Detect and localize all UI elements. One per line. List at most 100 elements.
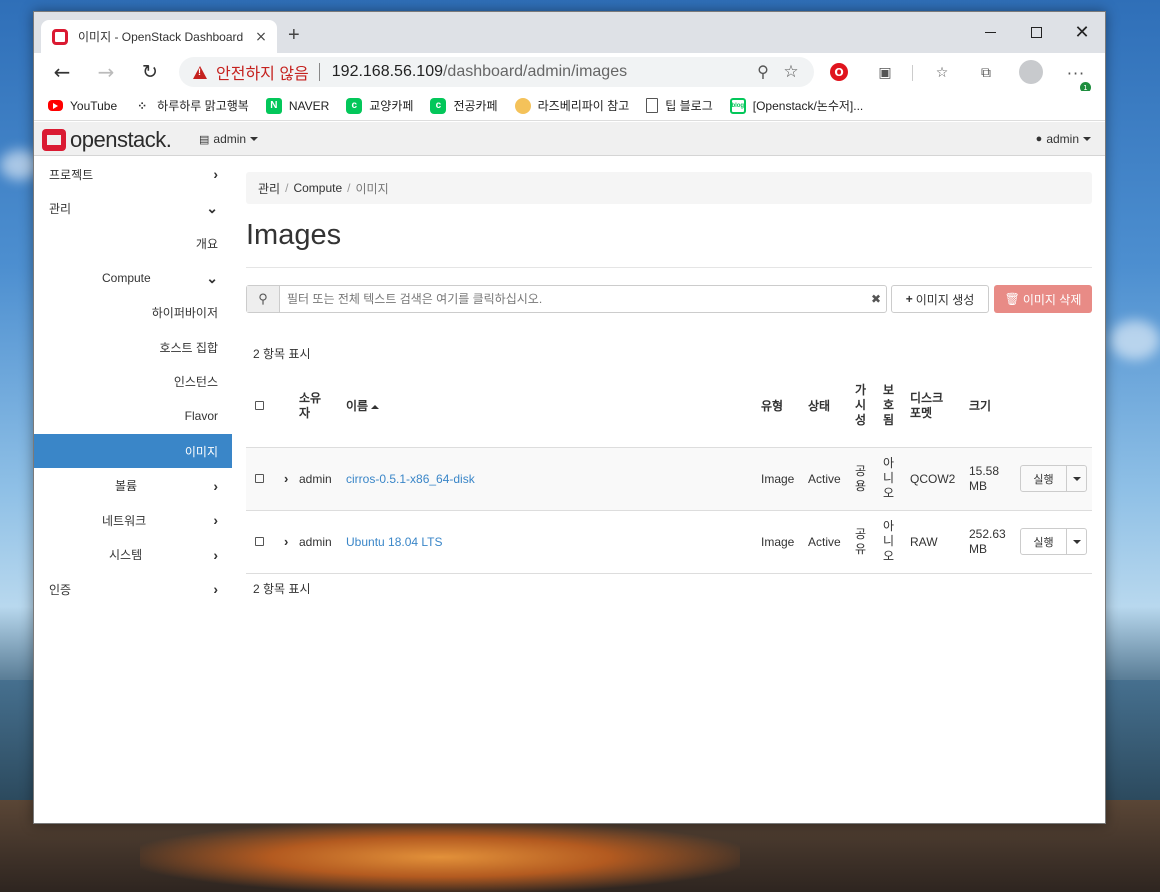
reload-button[interactable]: ↻ <box>136 59 164 85</box>
minimize-button[interactable] <box>967 18 1013 46</box>
launch-button[interactable]: 실행 <box>1021 529 1067 554</box>
row-type: Image <box>757 510 804 574</box>
header-owner[interactable]: 소유 자 <box>295 365 342 448</box>
expand-row-icon[interactable]: › <box>284 471 288 486</box>
row-disk-format: QCOW2 <box>906 447 965 511</box>
sidebar-item-hypervisors[interactable]: 하이퍼바이저 <box>34 295 232 330</box>
sidebar-item-overview[interactable]: 개요 <box>34 226 232 261</box>
bookmark-haru[interactable]: ⁘ 하루하루 맑고행복 <box>134 97 249 114</box>
header-disk-format[interactable]: 디스크 포멧 <box>906 365 965 448</box>
expand-row-icon[interactable]: › <box>284 534 288 549</box>
sidebar-item-flavors[interactable]: Flavor <box>34 399 232 434</box>
more-actions-button[interactable] <box>1067 529 1086 554</box>
image-name-link[interactable]: cirros-0.5.1-x86_64-disk <box>346 472 475 486</box>
breadcrumb: 관리 / Compute / 이미지 <box>246 172 1092 204</box>
header-status[interactable]: 상태 <box>804 365 851 448</box>
item-count: 2 항목 표시 <box>253 347 311 361</box>
row-owner: admin <box>295 510 342 574</box>
address-bar[interactable]: 안전하지 않음 192.168.56.109/dashboard/admin/i… <box>179 57 814 87</box>
sidebar-item-label: 인증 <box>49 582 72 597</box>
sidebar-item-instances[interactable]: 인스턴스 <box>34 365 232 400</box>
select-all-checkbox[interactable] <box>255 400 264 410</box>
sidebar-item-system[interactable]: 시스템 › <box>34 538 232 573</box>
header-name[interactable]: 이름 <box>342 365 757 448</box>
collections-icon[interactable]: ⧉ <box>975 62 997 84</box>
header-status-label: 상태 <box>808 399 831 414</box>
extension-opera-icon[interactable]: O <box>830 63 848 81</box>
row-checkbox[interactable] <box>255 473 264 483</box>
bookmark-youtube[interactable]: YouTube <box>48 99 117 113</box>
delete-images-button[interactable]: 🗑 이미지 삭제 <box>994 285 1092 313</box>
row-status: Active <box>804 447 851 511</box>
youtube-icon <box>48 100 63 111</box>
breadcrumb-item-admin[interactable]: 관리 <box>258 180 280 197</box>
tab-close-icon[interactable]: × <box>253 29 269 45</box>
header-protected[interactable]: 보 호 됨 <box>879 365 906 448</box>
image-name-link[interactable]: Ubuntu 18.04 LTS <box>346 535 443 549</box>
caret-down-icon <box>250 137 259 141</box>
user-menu[interactable]: ● admin <box>1036 132 1091 146</box>
zoom-icon[interactable]: ⚲ <box>752 61 774 83</box>
sidebar-item-identity[interactable]: 인증 › <box>34 572 232 607</box>
back-button[interactable]: ← <box>48 59 76 85</box>
row-visibility: 공 용 <box>855 463 867 493</box>
sidebar-item-admin[interactable]: 관리 ⌄ <box>34 192 232 227</box>
sidebar-item-network[interactable]: 네트워크 › <box>34 503 232 538</box>
row-checkbox[interactable] <box>255 536 264 546</box>
bookmark-label: 라즈베리파이 참고 <box>537 99 630 113</box>
browser-tab[interactable]: 이미지 - OpenStack Dashboard × <box>41 20 277 53</box>
trash-icon: 🗑 <box>1004 292 1020 306</box>
row-visibility: 공 유 <box>855 526 867 556</box>
table-row: › admin Ubuntu 18.04 LTS Image Active 공 … <box>246 510 1092 574</box>
profile-avatar-icon[interactable] <box>1019 60 1043 84</box>
create-image-button[interactable]: + 이미지 생성 <box>891 285 989 313</box>
sidebar-item-project[interactable]: 프로젝트 › <box>34 157 232 192</box>
bookmark-label: 팁 블로그 <box>665 99 713 113</box>
header-size[interactable]: 크기 <box>965 365 1016 448</box>
table-row: › admin cirros-0.5.1-x86_64-disk Image A… <box>246 447 1092 511</box>
openstack-logo[interactable]: openstack. <box>42 127 172 153</box>
breadcrumb-item-compute[interactable]: Compute <box>293 181 342 195</box>
close-window-button[interactable]: ✕ <box>1059 18 1105 46</box>
screen-capture-icon[interactable]: ▣ <box>874 62 896 84</box>
sidebar-item-compute[interactable]: Compute ⌄ <box>34 261 232 296</box>
favorites-list-icon[interactable]: ☆ <box>931 62 953 84</box>
desktop-sunset <box>140 822 740 892</box>
clear-search-icon[interactable]: ✖ <box>866 292 886 306</box>
row-action-group: 실행 <box>1020 465 1087 492</box>
forward-button[interactable]: → <box>92 59 120 85</box>
search-input[interactable] <box>280 286 866 312</box>
row-name-cell: cirros-0.5.1-x86_64-disk <box>342 447 757 511</box>
bookmark-cafe-1[interactable]: c 교양카페 <box>346 97 413 114</box>
launch-button[interactable]: 실행 <box>1021 466 1067 491</box>
chevron-right-icon: › <box>213 581 218 598</box>
url-path: /dashboard/admin/images <box>442 63 628 80</box>
sidebar-item-label: 인스턴스 <box>173 375 218 390</box>
row-actions-cell: 실행 <box>1016 510 1092 574</box>
sidebar-item-images[interactable]: 이미지 <box>34 433 232 469</box>
header-type[interactable]: 유형 <box>757 365 804 448</box>
breadcrumb-separator: / <box>285 181 289 195</box>
more-actions-button[interactable] <box>1067 466 1086 491</box>
close-icon: ✕ <box>1074 21 1090 42</box>
sidebar-item-volumes[interactable]: 볼륨 › <box>34 468 232 503</box>
security-label[interactable]: 안전하지 않음 <box>216 60 309 84</box>
new-tab-button[interactable]: + <box>288 24 300 47</box>
favorite-star-icon[interactable]: ☆ <box>780 61 802 83</box>
sidebar-item-host-aggregates[interactable]: 호스트 집합 <box>34 330 232 365</box>
maximize-button[interactable] <box>1013 18 1059 46</box>
bookmark-raspberry[interactable]: 라즈베리파이 참고 <box>514 97 630 114</box>
plus-icon: + <box>905 292 913 306</box>
more-menu-icon[interactable]: ··· <box>1065 62 1087 84</box>
bookmark-openstack-blog[interactable]: blog [Openstack/논수저]... <box>729 97 863 114</box>
project-selector[interactable]: ▤ admin <box>199 132 259 146</box>
sort-ascending-icon <box>371 405 380 410</box>
header-visibility[interactable]: 가 시 성 <box>851 365 879 448</box>
header-size-label: 크기 <box>969 399 992 414</box>
bookmark-tip-blog[interactable]: 팁 블로그 <box>646 97 713 114</box>
expand-header <box>280 365 295 448</box>
bookmark-naver[interactable]: N NAVER <box>265 97 329 114</box>
create-image-label: 이미지 생성 <box>915 292 975 307</box>
bookmarks-bar: YouTube ⁘ 하루하루 맑고행복 N NAVER c 교양카페 c 전공카페 라즈… <box>34 91 1105 121</box>
bookmark-cafe-2[interactable]: c 전공카페 <box>430 97 498 114</box>
